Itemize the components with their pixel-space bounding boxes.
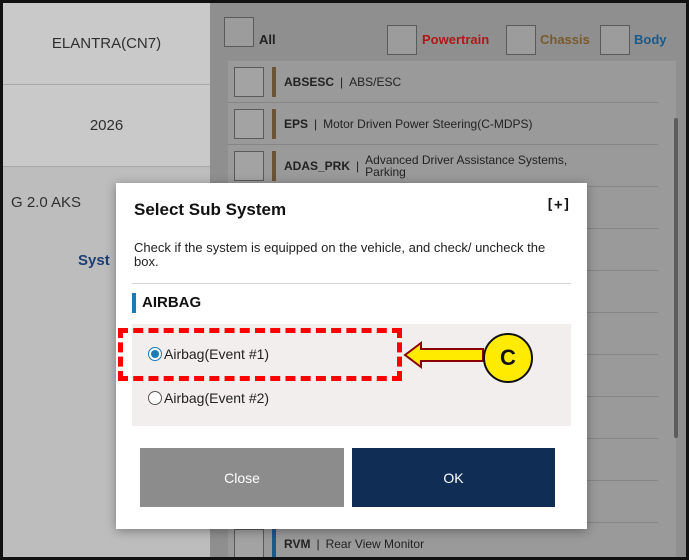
system-row-absesc[interactable]: ABSESC | ABS/ESC xyxy=(228,61,658,103)
separator: | xyxy=(340,74,344,89)
row-checkbox[interactable] xyxy=(234,528,264,557)
filter-body-checkbox[interactable] xyxy=(600,25,630,55)
separator: | xyxy=(316,536,320,551)
system-desc: ABS/ESC xyxy=(349,74,402,89)
arrow-icon xyxy=(403,341,484,369)
system-code: RVM xyxy=(284,536,311,551)
radio-unselected-icon[interactable] xyxy=(148,391,162,405)
system-code: ADAS_PRK xyxy=(284,158,351,173)
system-desc: Rear View Monitor xyxy=(325,536,425,551)
filter-all-label: All xyxy=(259,32,276,47)
filter-powertrain-checkbox[interactable] xyxy=(387,25,417,55)
filter-all-checkbox[interactable] xyxy=(224,17,254,47)
row-checkbox[interactable] xyxy=(234,66,264,97)
category-bar xyxy=(272,528,276,557)
row-checkbox[interactable] xyxy=(234,150,264,181)
system-row-adas-prk[interactable]: ADAS_PRK | Advanced Driver Assistance Sy… xyxy=(228,145,658,187)
system-desc: Motor Driven Power Steering(C-MDPS) xyxy=(323,116,533,131)
dialog-title: Select Sub System xyxy=(134,200,287,219)
category-bar xyxy=(272,150,276,181)
system-code: EPS xyxy=(284,116,309,131)
filter-bar: All Powertrain Chassis Body xyxy=(210,3,686,58)
separator: | xyxy=(314,116,318,131)
filter-chassis-label: Chassis xyxy=(540,32,590,47)
list-scrollbar[interactable] xyxy=(674,118,678,438)
dialog-instruction: Check if the system is equipped on the v… xyxy=(134,240,546,269)
filter-powertrain-label: Powertrain xyxy=(422,32,490,47)
model-item[interactable]: ELANTRA(CN7) xyxy=(3,3,210,85)
screen-frame: ELANTRA(CN7) 2026 G 2.0 AKS Syst All Pow… xyxy=(0,0,689,560)
category-bar xyxy=(272,66,276,97)
option-airbag-event-2[interactable]: Airbag(Event #2) xyxy=(148,390,269,406)
system-code: ABSESC xyxy=(284,74,335,89)
category-bar xyxy=(272,108,276,139)
section-accent-bar xyxy=(132,293,136,313)
highlight-box xyxy=(118,328,402,381)
row-checkbox[interactable] xyxy=(234,108,264,139)
year-item[interactable]: 2026 xyxy=(3,85,210,167)
expand-icon[interactable]: [+] xyxy=(546,197,571,213)
section-title: AIRBAG xyxy=(142,294,202,311)
filter-body-label: Body xyxy=(634,32,667,47)
divider xyxy=(132,283,571,284)
callout-badge: C xyxy=(483,333,533,383)
close-button[interactable]: Close xyxy=(140,448,344,507)
separator: | xyxy=(356,158,360,173)
system-desc: Advanced Driver Assistance Systems, Park… xyxy=(365,152,568,179)
option-label: Airbag(Event #2) xyxy=(164,390,270,406)
ok-button[interactable]: OK xyxy=(352,448,555,507)
filter-chassis-checkbox[interactable] xyxy=(506,25,536,55)
system-row-eps[interactable]: EPS | Motor Driven Power Steering(C-MDPS… xyxy=(228,103,658,145)
